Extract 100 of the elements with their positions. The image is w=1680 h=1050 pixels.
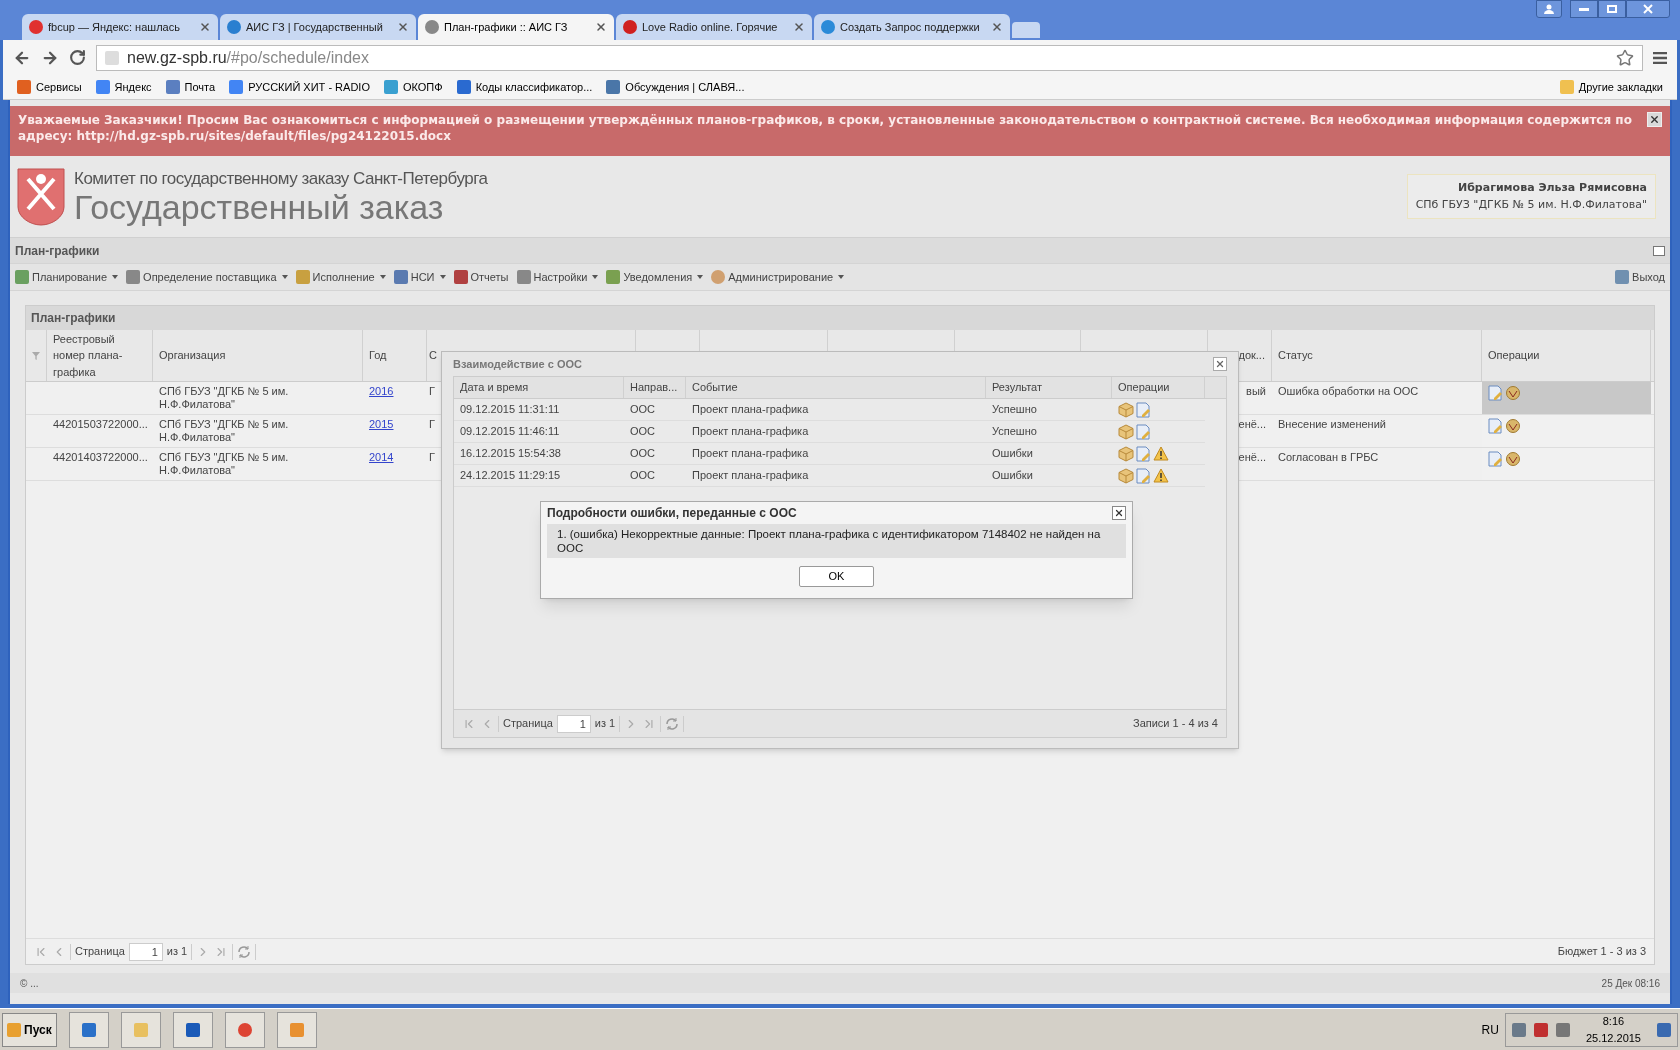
browser-tab[interactable]: Love Radio online. Горячие: [616, 14, 812, 40]
menu-item[interactable]: Планирование: [15, 268, 119, 286]
bookmark-item[interactable]: Почта: [165, 78, 216, 96]
bookmark-label: Другие закладки: [1578, 79, 1663, 95]
bookmark-item[interactable]: Яндекс: [95, 78, 152, 96]
table-cell: Ошибки: [992, 447, 1033, 460]
column-header[interactable]: док...: [1238, 347, 1265, 364]
browser-tab[interactable]: АИС ГЗ | Государственный: [220, 14, 416, 40]
footer-datetime: 25 Дек 08:16: [1601, 976, 1660, 991]
dialog-title: Подробности ошибки, переданные с ООС: [547, 505, 797, 522]
column-header[interactable]: Событие: [692, 379, 738, 396]
warning-icon[interactable]: [1153, 445, 1169, 461]
package-icon[interactable]: [1118, 467, 1134, 484]
table-cell: Проект плана-графика: [692, 425, 809, 438]
document-edit-icon[interactable]: [1136, 423, 1151, 440]
table-cell: ООС: [630, 469, 656, 482]
start-button[interactable]: Пуск: [2, 1012, 57, 1047]
bookmark-star-icon[interactable]: [1616, 48, 1634, 67]
menu-item[interactable]: Исполнение: [295, 268, 386, 286]
year-link[interactable]: 2016: [369, 385, 394, 397]
emblem-icon[interactable]: [1505, 418, 1521, 434]
package-icon[interactable]: [1118, 445, 1134, 462]
panel-title: План-графики: [15, 242, 100, 260]
bookmark-item[interactable]: РУССКИЙ ХИТ - RADIO: [229, 78, 370, 96]
menu-icon[interactable]: [1653, 51, 1667, 64]
caret-icon: [379, 275, 386, 279]
year-link[interactable]: 2014: [369, 451, 394, 463]
tab-title: План-графики :: АИС ГЗ: [444, 19, 569, 35]
profile-button[interactable]: [1536, 0, 1562, 18]
taskbar-app[interactable]: [224, 1011, 265, 1048]
taskbar-app[interactable]: [276, 1011, 317, 1048]
browser-tab[interactable]: Создать Запрос поддержки: [814, 14, 1010, 40]
close-button[interactable]: [1112, 506, 1126, 520]
reload-button[interactable]: [69, 49, 86, 66]
page-field[interactable]: 1: [556, 714, 591, 733]
bookmark-item[interactable]: Коды классификатор...: [456, 78, 593, 96]
bookmark-label: РУССКИЙ ХИТ - RADIO: [248, 79, 370, 95]
menu-item[interactable]: Уведомления: [606, 268, 704, 286]
close-tab-icon[interactable]: [793, 21, 805, 33]
menu-item-icon: [516, 270, 531, 284]
table-cell: Проект плана-графика: [692, 403, 809, 416]
page-label: Страница: [75, 944, 125, 960]
column-header[interactable]: Дата и время: [460, 379, 529, 396]
app-icon: [133, 1022, 148, 1037]
close-tab-icon[interactable]: [595, 21, 607, 33]
table-cell: 24.12.2015 11:29:15: [460, 469, 561, 482]
close-tab-icon[interactable]: [397, 21, 409, 33]
menu-item[interactable]: Отчеты: [453, 268, 509, 286]
browser-tab[interactable]: fbcup — Яндекс: нашлась: [22, 14, 218, 40]
warning-icon[interactable]: [1153, 467, 1169, 483]
column-header[interactable]: Реестровый номер плана-графика: [53, 330, 146, 381]
logout-button[interactable]: Выход: [1615, 268, 1665, 286]
page-field[interactable]: 1: [128, 942, 163, 961]
column-header[interactable]: Год: [369, 347, 387, 364]
address-bar[interactable]: new.gz-spb.ru/#po/schedule/index: [96, 44, 1643, 71]
document-edit-icon[interactable]: [1488, 385, 1503, 401]
column-header[interactable]: Результат: [992, 379, 1043, 396]
menu-item-icon: [295, 270, 310, 284]
site-icon: [165, 80, 180, 94]
year-link[interactable]: 2015: [369, 418, 394, 430]
close-window-button[interactable]: [1626, 0, 1670, 18]
column-header[interactable]: Операции: [1488, 347, 1540, 364]
close-button[interactable]: [1213, 357, 1227, 371]
menu-item[interactable]: Администрирование: [711, 268, 845, 286]
column-header[interactable]: Операции: [1118, 379, 1170, 396]
table-cell: 09.12.2015 11:31:11: [460, 403, 560, 416]
collapse-button[interactable]: [1653, 245, 1665, 256]
emblem-icon[interactable]: [1505, 451, 1521, 467]
refresh-icon[interactable]: [237, 944, 252, 959]
taskbar-app[interactable]: [172, 1011, 213, 1048]
language-indicator[interactable]: RU: [1481, 1020, 1499, 1039]
column-header[interactable]: Организация: [159, 347, 226, 364]
maximize-button[interactable]: [1598, 0, 1626, 18]
bookmark-item[interactable]: Обсуждения | СЛАВЯ...: [606, 78, 745, 96]
caret-icon: [439, 275, 446, 279]
close-tab-icon[interactable]: [991, 21, 1003, 33]
windows-logo-icon: [7, 1022, 21, 1037]
close-tab-icon[interactable]: [199, 21, 211, 33]
bookmark-item[interactable]: ОКОПФ: [383, 78, 443, 96]
taskbar-app[interactable]: [68, 1011, 109, 1048]
column-header[interactable]: Направ...: [630, 379, 678, 396]
bookmark-item[interactable]: Сервисы: [17, 78, 82, 96]
menu-item[interactable]: НСИ: [393, 268, 446, 286]
minimize-button[interactable]: [1570, 0, 1598, 18]
table-cell: енё...: [1238, 451, 1266, 463]
other-bookmarks[interactable]: Другие закладки: [1559, 78, 1663, 96]
package-icon[interactable]: [1118, 423, 1134, 440]
user-organization: СПб ГБУЗ "ДГКБ № 5 им. Н.Ф.Филатова": [1415, 196, 1647, 213]
taskbar-app[interactable]: [120, 1011, 161, 1048]
column-header[interactable]: С: [429, 347, 437, 364]
emblem-icon[interactable]: [1505, 385, 1521, 401]
browser-tab[interactable]: План-графики :: АИС ГЗ: [418, 14, 614, 40]
menu-item[interactable]: Определение поставщика: [126, 268, 288, 286]
menu-item[interactable]: Настройки: [516, 268, 599, 286]
ok-button[interactable]: OK: [799, 566, 874, 587]
refresh-icon[interactable]: [665, 716, 680, 731]
document-edit-icon[interactable]: [1136, 401, 1151, 418]
tab-title: fbcup — Яндекс: нашлась: [48, 19, 181, 35]
column-header[interactable]: Статус: [1278, 347, 1313, 364]
package-icon[interactable]: [1118, 401, 1134, 418]
